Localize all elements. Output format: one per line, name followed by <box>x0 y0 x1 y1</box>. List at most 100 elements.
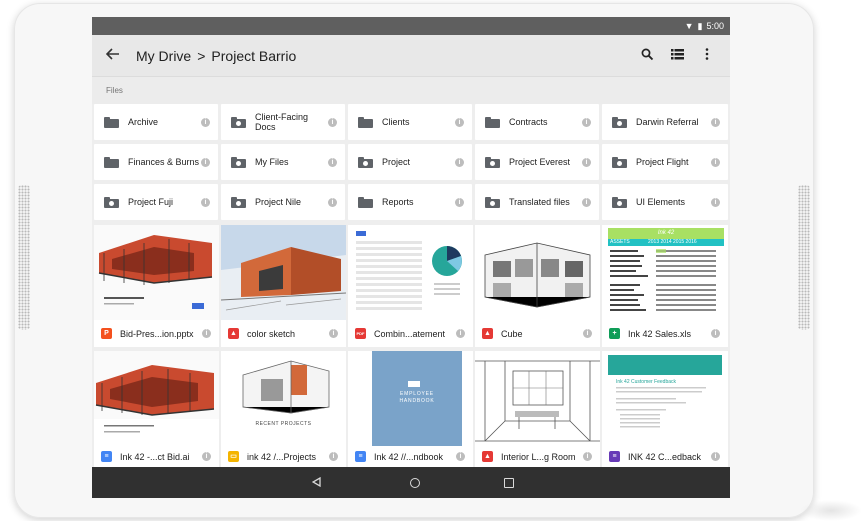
info-icon[interactable]: i <box>711 117 720 127</box>
shared-folder-icon <box>231 156 246 168</box>
folder-archive[interactable]: Archive i <box>94 104 218 140</box>
folder-contracts[interactable]: Contracts i <box>475 104 599 140</box>
folder-project-fuji[interactable]: Project Fuji i <box>94 184 218 220</box>
info-icon[interactable]: i <box>583 329 592 338</box>
folder-ui-elements[interactable]: UI Elements i <box>602 184 728 220</box>
folder-reports[interactable]: Reports i <box>348 184 472 220</box>
info-icon[interactable]: i <box>582 157 591 167</box>
info-icon[interactable]: i <box>711 157 720 167</box>
info-icon[interactable]: i <box>329 329 338 338</box>
shared-folder-icon <box>612 156 627 168</box>
info-icon[interactable]: i <box>455 197 464 207</box>
nav-home-icon[interactable] <box>410 477 420 488</box>
info-icon[interactable]: i <box>711 197 720 207</box>
file-card[interactable]: EMPLOYEE HANDBOOK ≡ Ink 42 //...ndbook i <box>348 351 473 467</box>
folder-project-nile[interactable]: Project Nile i <box>221 184 345 220</box>
folder-finances-burns[interactable]: Finances & Burns i <box>94 144 218 180</box>
file-card[interactable]: P Bid-Pres...ion.pptx i <box>94 225 219 347</box>
nav-back-icon[interactable] <box>308 476 326 490</box>
folder-translated-files[interactable]: Translated files i <box>475 184 599 220</box>
file-label-bar: ≡ Ink 42 //...ndbook i <box>348 446 473 467</box>
search-icon[interactable] <box>632 48 662 64</box>
info-icon[interactable]: i <box>711 452 720 461</box>
info-icon[interactable]: i <box>582 197 591 207</box>
file-thumbnail: EMPLOYEE HANDBOOK <box>348 351 473 446</box>
file-card[interactable]: ▲ Cube i <box>475 225 600 347</box>
breadcrumb-root[interactable]: My Drive <box>136 48 191 64</box>
file-card[interactable]: ▲ Interior L...g Room i <box>475 351 600 467</box>
folder-project-flight[interactable]: Project Flight i <box>602 144 728 180</box>
info-icon[interactable]: i <box>202 329 211 338</box>
file-label-bar: ▲ Cube i <box>475 320 600 347</box>
feedback-banner <box>608 355 722 375</box>
folder-name: Project Flight <box>636 157 689 167</box>
folder-name: Project Everest <box>509 157 571 167</box>
list-view-icon[interactable] <box>662 48 692 63</box>
status-bar: ▼ ▮ 5:00 <box>92 17 730 35</box>
file-thumbnail <box>475 351 600 446</box>
status-time: 5:00 <box>706 21 724 31</box>
info-icon[interactable]: i <box>328 117 337 127</box>
app-bar: My Drive > Project Barrio <box>92 35 730 76</box>
file-label-bar: + Ink 42 Sales.xls i <box>602 320 728 347</box>
file-card[interactable]: ▲ color sketch i <box>221 225 346 347</box>
file-card[interactable]: ≡ Ink 42 -...ct Bid.ai i <box>94 351 219 467</box>
folder-name: Reports <box>382 197 414 207</box>
folder-project-everest[interactable]: Project Everest i <box>475 144 599 180</box>
more-vert-icon[interactable] <box>692 48 722 63</box>
info-icon[interactable]: i <box>456 452 465 461</box>
info-icon[interactable]: i <box>456 329 465 338</box>
file-label-bar: ▭ ink 42 /...Projects i <box>221 446 346 467</box>
folder-icon <box>358 116 373 128</box>
folder-project[interactable]: Project i <box>348 144 472 180</box>
info-icon[interactable]: i <box>455 117 464 127</box>
info-icon[interactable]: i <box>455 157 464 167</box>
file-thumbnail <box>221 225 346 320</box>
speaker-grille-right <box>798 185 810 330</box>
folder-name: UI Elements <box>636 197 686 207</box>
arrow-left-icon[interactable] <box>105 47 136 65</box>
info-icon[interactable]: i <box>328 197 337 207</box>
folder-name: Project Nile <box>255 197 302 207</box>
info-icon[interactable]: i <box>201 157 210 167</box>
info-icon[interactable]: i <box>201 117 210 127</box>
folder-name: My Files <box>255 157 289 167</box>
folder-darwin-referral[interactable]: Darwin Referral i <box>602 104 728 140</box>
handbook-cover: EMPLOYEE HANDBOOK <box>372 351 462 446</box>
file-card[interactable]: Ink 42 Customer Feedback ≡ INK 42 C...ed… <box>602 351 728 467</box>
image-file-icon: ▲ <box>482 451 493 462</box>
file-label-bar: ▲ Interior L...g Room i <box>475 446 600 467</box>
file-card[interactable]: Ink 42 ASSETS 2013 2014 2015 2016 + Ink … <box>602 225 728 347</box>
folder-name: Finances & Burns <box>128 157 200 167</box>
file-card[interactable]: PDF Combin...atement i <box>348 225 473 347</box>
file-card[interactable]: RECENT PROJECTS ▭ ink 42 /...Projects i <box>221 351 346 467</box>
info-icon[interactable]: i <box>582 117 591 127</box>
info-icon[interactable]: i <box>328 157 337 167</box>
folder-client-facing-docs[interactable]: Client-Facing Docs i <box>221 104 345 140</box>
info-icon[interactable]: i <box>711 329 720 338</box>
shared-folder-icon <box>485 196 500 208</box>
info-icon[interactable]: i <box>202 452 211 461</box>
info-icon[interactable]: i <box>583 452 592 461</box>
sheet-header-assets: ASSETS <box>610 239 630 245</box>
folder-clients[interactable]: Clients i <box>348 104 472 140</box>
info-icon[interactable]: i <box>201 197 210 207</box>
shared-folder-icon <box>612 116 627 128</box>
info-icon[interactable]: i <box>329 452 338 461</box>
pdf-file-icon: PDF <box>355 328 366 339</box>
slides-file-icon: P <box>101 328 112 339</box>
shared-folder-icon <box>358 156 373 168</box>
folder-icon <box>358 196 373 208</box>
breadcrumb-current: Project Barrio <box>211 47 297 64</box>
battery-icon: ▮ <box>697 20 703 31</box>
file-thumbnail: Ink 42 ASSETS 2013 2014 2015 2016 <box>602 225 727 320</box>
folder-my-files[interactable]: My Files i <box>221 144 345 180</box>
file-name: ink 42 /...Projects <box>247 451 317 462</box>
folder-name: Darwin Referral <box>636 117 699 127</box>
file-label-bar: ≡ Ink 42 -...ct Bid.ai i <box>94 446 219 467</box>
handbook-title: EMPLOYEE HANDBOOK <box>399 391 435 404</box>
nav-recents-icon[interactable] <box>504 477 514 488</box>
file-name: Ink 42 //...ndbook <box>374 451 444 462</box>
file-label-bar: PDF Combin...atement i <box>348 320 473 347</box>
breadcrumb-separator: > <box>197 47 206 64</box>
